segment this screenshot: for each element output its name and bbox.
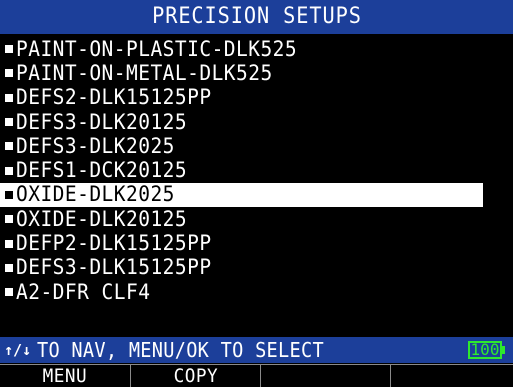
up-down-arrows-icon: ↑/↓: [4, 341, 32, 359]
list-item[interactable]: DEFS3-DLK20125: [0, 110, 513, 134]
list-item-label: DEFS3-DLK15125PP: [16, 255, 212, 280]
softkey-bar: MENU COPY: [0, 364, 513, 387]
list-item-label: PAINT-ON-PLASTIC-DLK525: [16, 36, 298, 61]
list-item-label: DEFS3-DLK20125: [16, 109, 188, 134]
list-item-label: DEFS3-DLK2025: [16, 133, 175, 158]
list-item-label: PAINT-ON-METAL-DLK525: [16, 60, 273, 85]
list-item-label: OXIDE-DLK20125: [16, 206, 188, 231]
square-bullet-icon: [5, 45, 13, 54]
list-item-label: A2-DFR CLF4: [16, 279, 151, 304]
square-bullet-icon: [5, 288, 13, 297]
square-bullet-icon: [5, 239, 13, 248]
square-bullet-icon: [5, 69, 13, 78]
nav-hint: TO NAV, MENU/OK TO SELECT: [37, 338, 325, 362]
list-item-selected[interactable]: OXIDE-DLK2025: [0, 182, 483, 208]
list-item[interactable]: DEFS3-DLK15125PP: [0, 256, 513, 280]
square-bullet-icon: [5, 93, 13, 102]
battery-icon: 100: [468, 340, 505, 360]
list-item[interactable]: DEFS1-DCK20125: [0, 158, 513, 182]
list-item[interactable]: DEFP2-DLK15125PP: [0, 231, 513, 255]
menu-softkey-label: MENU: [42, 365, 88, 387]
title-bar: PRECISION SETUPS: [0, 0, 513, 34]
status-bar: ↑/↓ TO NAV, MENU/OK TO SELECT 100: [0, 337, 513, 363]
square-bullet-icon: [5, 118, 13, 127]
page-title: PRECISION SETUPS: [151, 4, 362, 29]
list-item[interactable]: DEFS3-DLK2025: [0, 134, 513, 158]
list-item[interactable]: DEFS2-DLK15125PP: [0, 86, 513, 110]
softkey-3[interactable]: [261, 364, 391, 387]
square-bullet-icon: [5, 215, 13, 224]
menu-softkey[interactable]: MENU: [0, 364, 131, 387]
list-item-label: OXIDE-DLK2025: [16, 182, 175, 207]
list-item[interactable]: OXIDE-DLK20125: [0, 207, 513, 231]
list-item[interactable]: PAINT-ON-PLASTIC-DLK525: [0, 37, 513, 61]
square-bullet-icon: [5, 190, 13, 199]
square-bullet-icon: [5, 166, 13, 175]
setups-list: PAINT-ON-PLASTIC-DLK525 PAINT-ON-METAL-D…: [0, 37, 513, 304]
list-item[interactable]: A2-DFR CLF4: [0, 280, 513, 304]
square-bullet-icon: [5, 263, 13, 272]
list-item-label: DEFP2-DLK15125PP: [16, 231, 212, 256]
battery-tip: [502, 346, 505, 354]
copy-softkey[interactable]: COPY: [131, 364, 261, 387]
copy-softkey-label: COPY: [173, 365, 218, 387]
softkey-4[interactable]: [391, 364, 513, 387]
list-item-label: DEFS2-DLK15125PP: [16, 85, 212, 110]
device-screen: PRECISION SETUPS PAINT-ON-PLASTIC-DLK525…: [0, 0, 513, 387]
battery-level: 100: [468, 341, 502, 359]
list-item[interactable]: PAINT-ON-METAL-DLK525: [0, 61, 513, 85]
square-bullet-icon: [5, 142, 13, 151]
list-item-label: DEFS1-DCK20125: [16, 158, 188, 183]
